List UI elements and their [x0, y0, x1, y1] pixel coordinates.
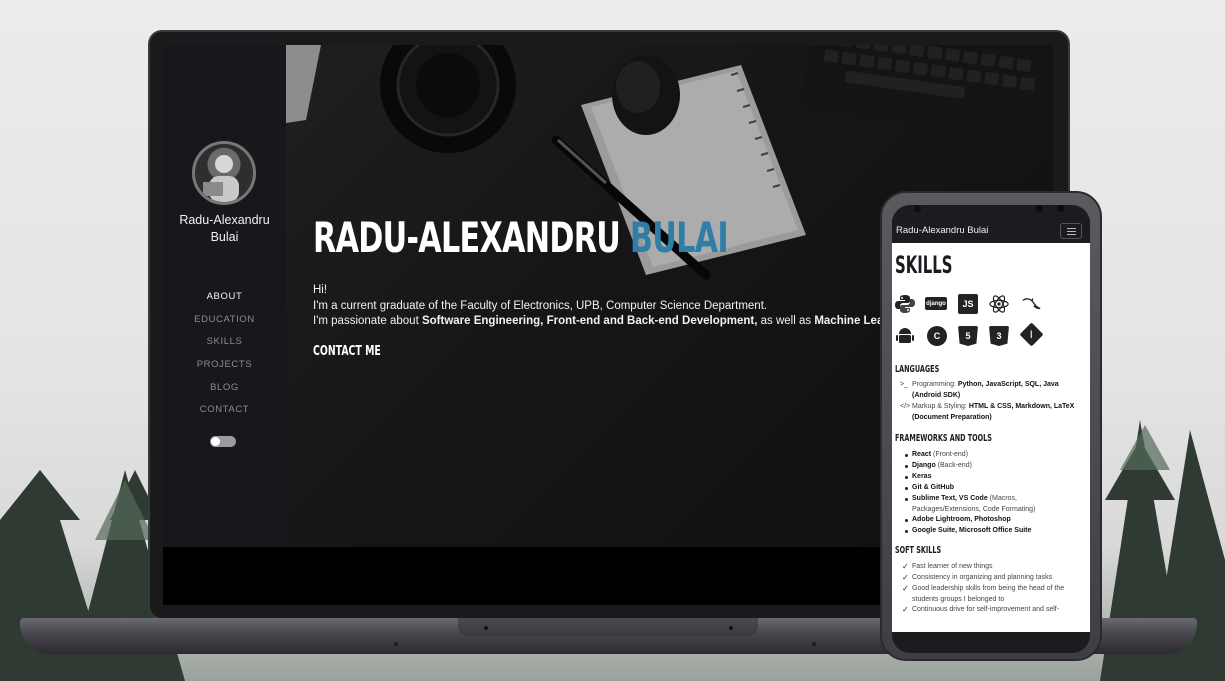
laptop-hinge — [458, 618, 758, 636]
check-icon: ✓ — [902, 605, 909, 614]
hamburger-menu-icon[interactable] — [1060, 223, 1082, 239]
camera-icon — [914, 205, 921, 212]
git-icon: | — [1019, 322, 1044, 347]
nav-contact[interactable]: CONTACT — [163, 404, 286, 427]
phone-brand[interactable]: Radu-Alexandru Bulai — [896, 225, 988, 236]
python-icon — [895, 294, 915, 314]
hero-title: RADU-ALEXANDRU BULAI — [313, 213, 729, 262]
nav-about[interactable]: ABOUT — [163, 291, 286, 314]
html5-icon: 5 — [958, 326, 978, 346]
code-icon: </> — [900, 403, 911, 410]
dark-mode-toggle[interactable] — [210, 436, 236, 447]
list-item: Fast learner of new things — [912, 563, 993, 570]
programming-languages-cont: (Android SDK) — [912, 391, 961, 399]
list-item: Git & GitHub — [912, 484, 954, 491]
markup-languages-cont: (Document Preparation) — [912, 413, 992, 421]
sensor-icon — [1057, 205, 1064, 212]
soft-skills-heading: SOFT SKILLS — [895, 545, 942, 556]
phone-screen: Radu-Alexandru Bulai SKILLS django JS C … — [892, 219, 1090, 632]
mysql-icon — [1021, 294, 1041, 314]
list-item: Google Suite, Microsoft Office Suite — [912, 527, 1032, 534]
skills-heading: SKILLS — [895, 251, 953, 279]
list-item: Continuous drive for self-improvement an… — [912, 606, 1060, 613]
markup-languages: Markup & Styling: HTML & CSS, Markdown, … — [912, 403, 1075, 410]
list-item: students groups I belonged to — [912, 595, 1005, 603]
list-item: Good leadership skills from being the he… — [912, 585, 1065, 592]
terminal-icon: >_ — [900, 381, 908, 388]
check-icon: ✓ — [902, 584, 909, 593]
contact-me-link[interactable]: CONTACT ME — [313, 344, 381, 359]
list-item: Sublime Text, VS Code (Macros, — [912, 495, 1017, 502]
list-item: Adobe Lightroom, Photoshop — [912, 516, 1011, 523]
nav-blog[interactable]: BLOG — [163, 382, 286, 405]
languages-heading: LANGUAGES — [895, 364, 940, 375]
js-icon: JS — [958, 294, 978, 314]
nav-projects[interactable]: PROJECTS — [163, 359, 286, 382]
list-item: Packages/Extensions, Code Formating) — [912, 505, 1036, 513]
programming-languages: Programming: Python, JavaScript, SQL, Ja… — [912, 381, 1059, 388]
phone-navbar: Radu-Alexandru Bulai — [892, 219, 1090, 243]
nav-education[interactable]: EDUCATION — [163, 314, 286, 337]
list-item: React (Front-end) — [912, 451, 969, 458]
list-item: Django (Back-end) — [912, 462, 972, 469]
frameworks-heading: FRAMEWORKS AND TOOLS — [895, 433, 992, 444]
avatar — [192, 141, 256, 205]
django-icon: django — [925, 297, 947, 310]
c-language-icon: C — [927, 326, 947, 346]
check-icon: ✓ — [902, 562, 909, 571]
react-icon — [989, 294, 1009, 314]
sidebar: Radu-Alexandru Bulai ABOUT EDUCATION SKI… — [163, 45, 286, 547]
profile-name: Radu-Alexandru Bulai — [179, 213, 270, 244]
check-icon: ✓ — [902, 573, 909, 582]
nav-skills[interactable]: SKILLS — [163, 336, 286, 359]
sensor-icon — [1036, 205, 1043, 212]
list-item: Consistency in organizing and planning t… — [912, 574, 1053, 581]
list-item: Keras — [912, 473, 932, 480]
css3-icon: 3 — [989, 326, 1009, 346]
hero-intro: Hi! I'm a current graduate of the Facult… — [313, 284, 922, 327]
sidebar-nav: ABOUT EDUCATION SKILLS PROJECTS BLOG CON… — [163, 291, 286, 427]
android-icon — [895, 326, 915, 346]
